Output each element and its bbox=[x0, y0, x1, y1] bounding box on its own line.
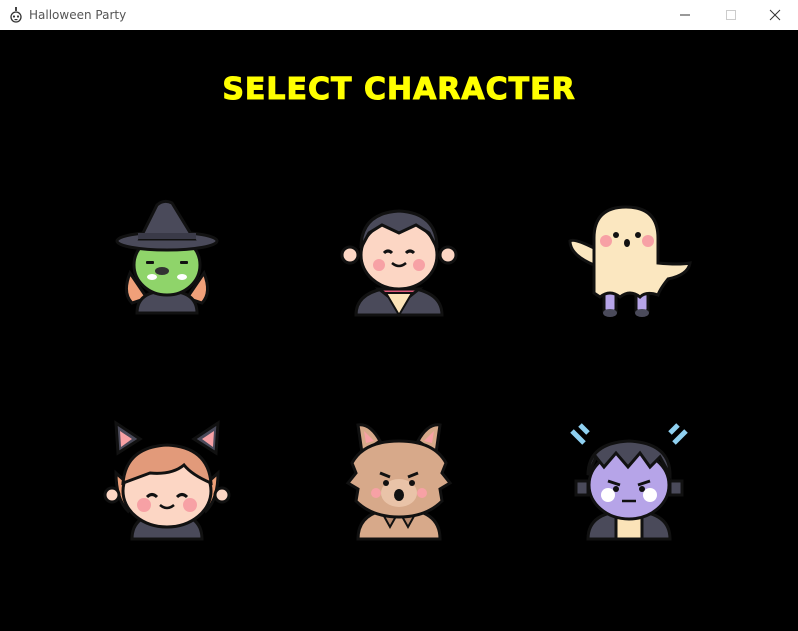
character-vampire[interactable] bbox=[334, 193, 464, 323]
ghost-icon bbox=[568, 205, 692, 317]
minimize-icon bbox=[680, 14, 690, 16]
character-ghost[interactable] bbox=[564, 193, 694, 323]
maximize-icon bbox=[726, 10, 736, 20]
character-witch[interactable] bbox=[102, 193, 232, 323]
maximize-button[interactable] bbox=[708, 0, 754, 30]
game-canvas: SELECT CHARACTER bbox=[0, 30, 798, 631]
witch-icon bbox=[115, 199, 219, 315]
cat-costume-icon bbox=[103, 420, 231, 541]
character-frankenstein[interactable] bbox=[564, 413, 694, 543]
window-title: Halloween Party bbox=[29, 8, 127, 22]
werewolf-icon bbox=[345, 423, 453, 541]
close-button[interactable] bbox=[752, 0, 798, 30]
character-cat-girl[interactable] bbox=[102, 413, 232, 543]
window-titlebar: Halloween Party bbox=[0, 0, 798, 30]
minimize-button[interactable] bbox=[662, 0, 708, 30]
close-icon bbox=[769, 9, 781, 21]
skull-candle-icon bbox=[10, 7, 22, 23]
select-character-heading: SELECT CHARACTER bbox=[222, 72, 576, 108]
character-werewolf[interactable] bbox=[334, 413, 464, 543]
frankenstein-icon bbox=[570, 423, 688, 541]
vampire-icon bbox=[340, 209, 458, 317]
